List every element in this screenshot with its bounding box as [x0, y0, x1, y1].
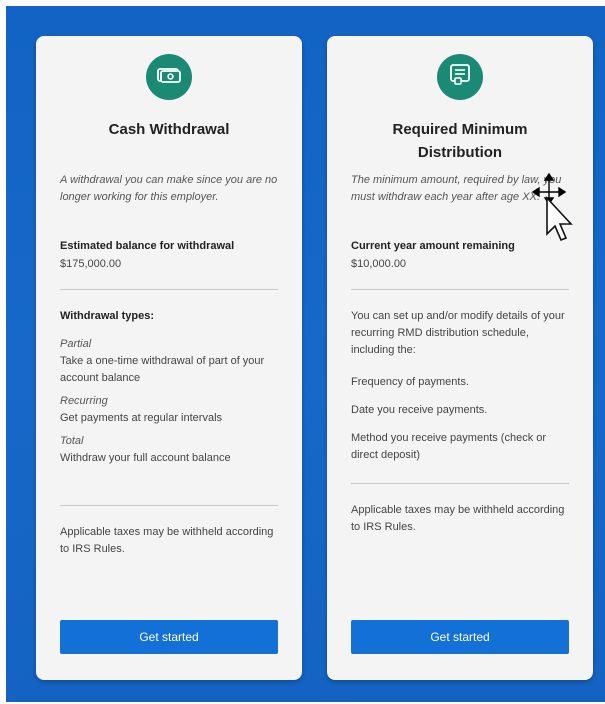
section-title: Withdrawal types:: [60, 310, 155, 322]
card-description: A withdrawal you can make since you are …: [60, 174, 278, 203]
type-desc: Withdraw your full account balance: [60, 452, 231, 464]
card-title: Cash Withdrawal: [108, 121, 230, 138]
tax-note: Applicable taxes may be withheld accordi…: [351, 504, 565, 533]
rmd-intro: You can set up and/or modify details of …: [351, 310, 565, 356]
card-title: Required Minimum Distribution: [337, 118, 583, 164]
rmd-item: Method you receive payments (check or di…: [351, 432, 547, 461]
divider: [351, 289, 569, 290]
divider: [60, 505, 278, 506]
type-name: Total: [60, 435, 84, 447]
type-name: Recurring: [60, 395, 108, 407]
rmd-item: Frequency of payments.: [351, 376, 470, 388]
amount-value: $175,000.00: [60, 258, 122, 270]
divider: [60, 289, 278, 290]
cash-icon-badge: [146, 54, 192, 100]
cash-icon: [157, 66, 181, 89]
card-title-line: Required Minimum: [392, 121, 528, 138]
document-icon: [449, 63, 471, 92]
cash-withdrawal-card: Cash Withdrawal A withdrawal you can mak…: [36, 36, 302, 680]
type-name: Partial: [60, 338, 92, 350]
type-desc: Get payments at regular intervals: [60, 412, 223, 424]
card-title-line: Distribution: [417, 144, 503, 161]
rmd-item: Date you receive payments.: [351, 404, 488, 416]
amount-value: $10,000.00: [351, 258, 407, 270]
withdrawal-types-list: Partial Take a one-time withdrawal of pa…: [60, 336, 278, 467]
amount-label: Estimated balance for withdrawal: [60, 240, 235, 252]
mouse-cursor-icon: [527, 172, 575, 247]
type-desc: Take a one-time withdrawal of part of yo…: [60, 355, 265, 384]
rmd-card: Required Minimum Distribution The minimu…: [327, 36, 593, 680]
divider: [351, 483, 569, 484]
get-started-button[interactable]: Get started: [351, 620, 569, 654]
tax-note: Applicable taxes may be withheld accordi…: [60, 526, 274, 555]
get-started-button[interactable]: Get started: [60, 620, 278, 654]
document-icon-badge: [437, 54, 483, 100]
